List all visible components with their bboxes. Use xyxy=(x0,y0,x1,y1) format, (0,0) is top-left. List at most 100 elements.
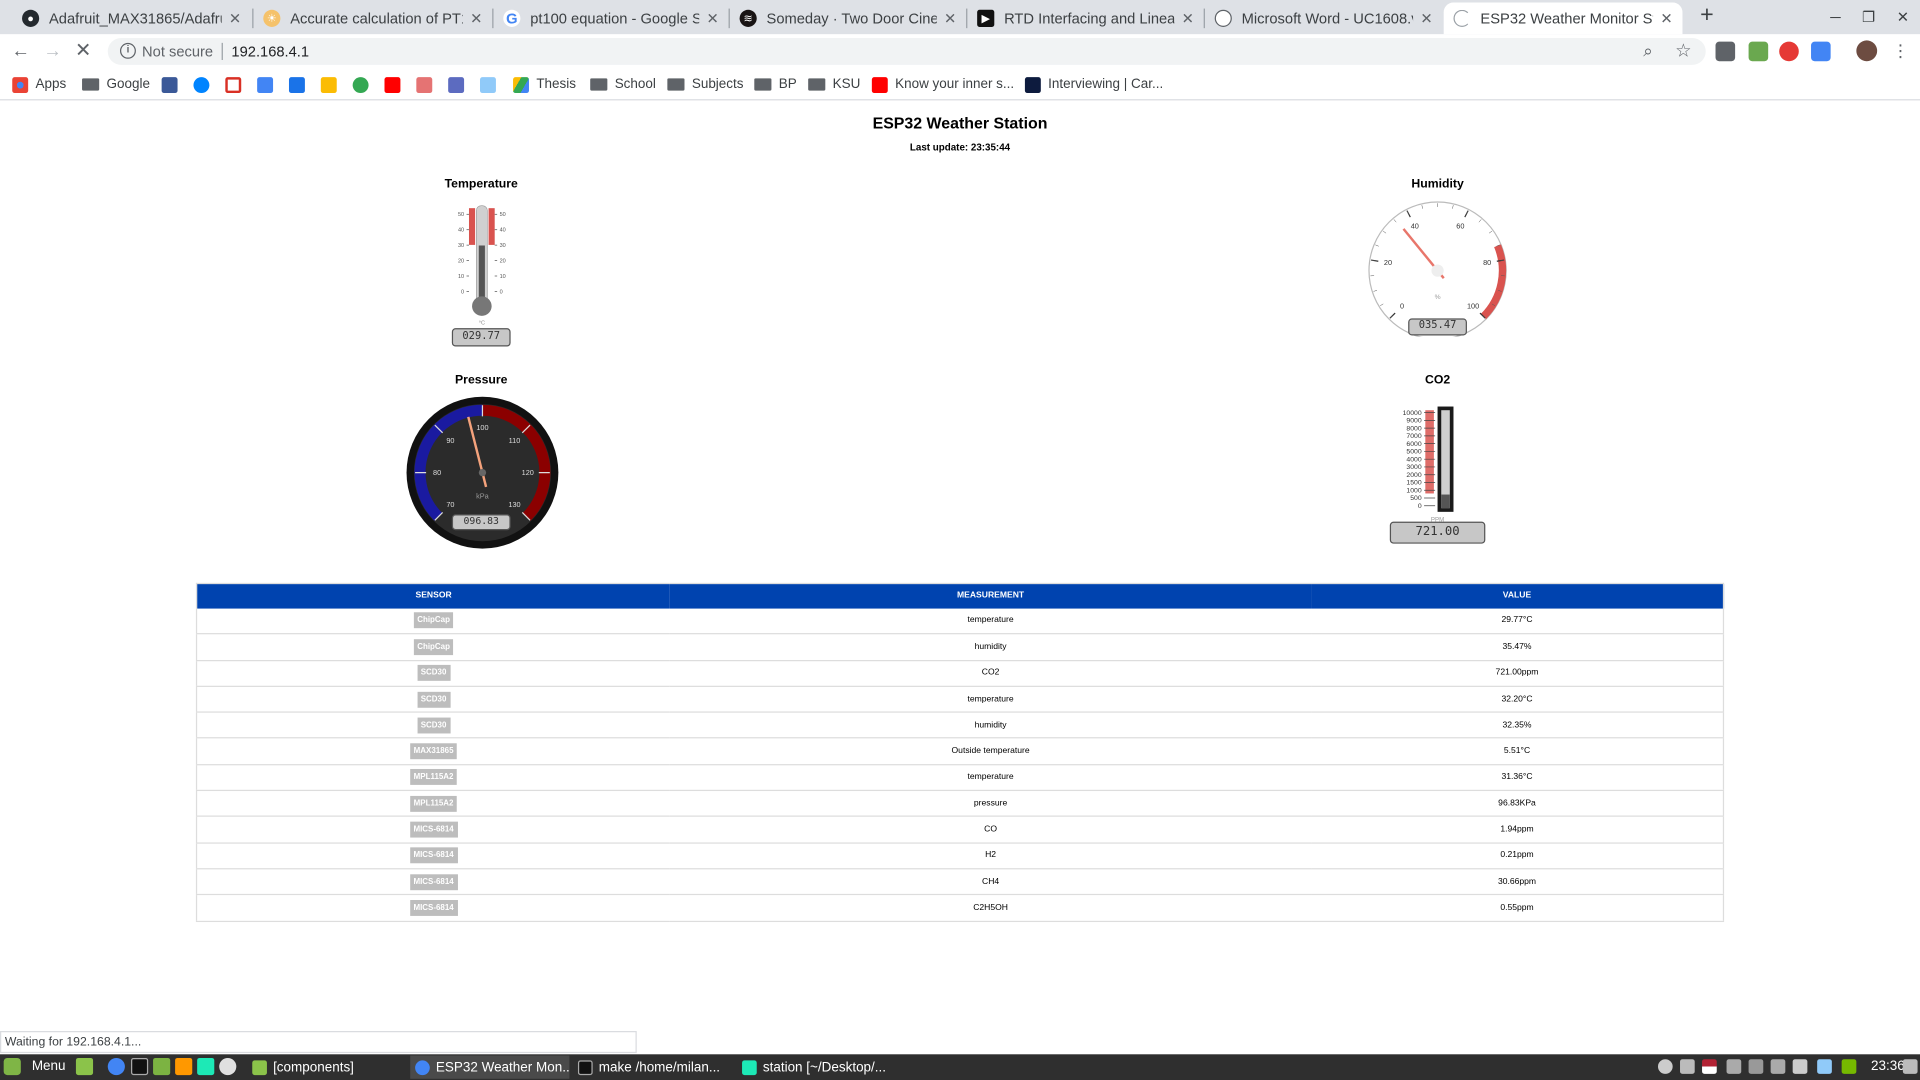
thermometer-tick-label: 30 xyxy=(500,243,506,249)
tab-github[interactable]: ● Adafruit_MAX31865/Adafruit_M ✕ xyxy=(12,2,251,34)
volume-icon[interactable] xyxy=(1748,1059,1764,1074)
sensor-tag: SCD30 xyxy=(417,717,451,734)
taskbar-window-chrome[interactable]: ESP32 Weather Mon... xyxy=(410,1055,570,1079)
sensor-cell: SCD30 xyxy=(196,686,671,713)
clipboard-icon[interactable] xyxy=(1680,1059,1695,1074)
translate-extension-icon[interactable] xyxy=(1811,41,1831,62)
extension-icon[interactable] xyxy=(1715,41,1736,62)
bookmark-translate[interactable] xyxy=(257,75,280,95)
sensor-tag: SCD30 xyxy=(417,665,451,682)
bookmark-app[interactable] xyxy=(448,75,471,95)
pycharm-icon[interactable] xyxy=(197,1057,215,1076)
bookmark-gmail[interactable] xyxy=(225,75,248,95)
terminal-icon[interactable] xyxy=(131,1057,149,1076)
bookmark-app[interactable] xyxy=(480,75,503,95)
zoom-icon[interactable]: ⌕ xyxy=(1643,40,1653,61)
bookmark-school[interactable]: School xyxy=(590,75,656,95)
close-tab-icon[interactable]: ✕ xyxy=(706,10,718,27)
taskbar-window-components[interactable]: [components] xyxy=(247,1056,406,1079)
bookmark-interviewing[interactable]: Interviewing | Car... xyxy=(1024,75,1163,95)
bookmark-calendar[interactable] xyxy=(288,75,312,95)
thermometer-tick-label: 40 xyxy=(500,228,506,234)
pressure-tick-label: 120 xyxy=(522,468,534,477)
bookmark-know-your-inner[interactable]: Know your inner s... xyxy=(871,75,1015,95)
sensor-tag: ChipCap xyxy=(413,639,454,656)
tab-esp32-weather[interactable]: ESP32 Weather Monitor Station ✕ xyxy=(1443,2,1683,35)
close-tab-icon[interactable]: ✕ xyxy=(1182,10,1194,27)
start-menu-button[interactable]: Menu xyxy=(3,1057,66,1076)
bookmark-label: Google xyxy=(106,77,150,92)
forward-button[interactable]: → xyxy=(40,39,64,63)
new-tab-button[interactable]: + xyxy=(1693,3,1720,31)
bookmark-ksu[interactable]: KSU xyxy=(808,75,860,95)
value-cell: 96.83KPa xyxy=(1311,790,1724,818)
info-icon[interactable]: i xyxy=(120,42,136,59)
minimize-button[interactable]: ─ xyxy=(1822,5,1849,29)
bookmark-star-icon[interactable]: ☆ xyxy=(1675,39,1691,61)
close-tab-icon[interactable]: ✕ xyxy=(944,10,956,27)
bookmark-bp[interactable]: BP xyxy=(754,75,797,95)
bookmark-youtube[interactable] xyxy=(384,75,407,95)
slack-icon[interactable] xyxy=(219,1057,237,1076)
tab-label: pt100 equation - Google Search xyxy=(530,9,699,27)
tab-rtd-interfacing[interactable]: ▶ RTD Interfacing and Linearizati ✕ xyxy=(967,2,1203,34)
thermometer-tick-label: 20 xyxy=(458,259,464,265)
sensor-cell: MPL115A2 xyxy=(196,764,671,792)
bookmark-keep[interactable] xyxy=(320,75,344,95)
tab-spotify[interactable]: ≋ Someday · Two Door Cinema C ✕ xyxy=(730,2,966,34)
address-bar[interactable]: i Not secure 192.168.4.1 ⌕ ☆ xyxy=(107,37,1706,65)
humidity-tick-label: 100 xyxy=(1467,302,1479,311)
bookmark-label: KSU xyxy=(832,77,861,92)
sensor-table: SENSOR MEASUREMENT VALUE ChipCap temperat… xyxy=(195,582,1725,922)
bookmark-subjects[interactable]: Subjects xyxy=(667,75,744,95)
url-text[interactable]: 192.168.4.1 xyxy=(231,43,309,60)
bookmark-facebook[interactable] xyxy=(161,75,185,95)
menu-dots-icon[interactable]: ⋮ xyxy=(1892,40,1909,61)
measurement-cell: H2 xyxy=(670,842,1312,870)
chrome-icon[interactable] xyxy=(107,1057,125,1076)
back-button[interactable]: ← xyxy=(9,39,33,63)
nvidia-icon[interactable] xyxy=(1841,1059,1857,1074)
keyboard-layout-icon[interactable] xyxy=(1702,1059,1717,1074)
bookmark-label: Know your inner s... xyxy=(895,77,1015,92)
table-row: MICS-6814 H2 0.21ppm xyxy=(196,842,1724,870)
bookmark-thesis[interactable]: Thesis xyxy=(513,75,576,95)
user-icon[interactable] xyxy=(1657,1059,1673,1074)
close-tab-icon[interactable]: ✕ xyxy=(229,10,241,27)
close-window-button[interactable]: ✕ xyxy=(1889,5,1916,29)
bluetooth-icon[interactable] xyxy=(1817,1059,1832,1074)
stop-button[interactable]: ✕ xyxy=(71,39,95,63)
tab-word-doc[interactable]: Microsoft Word - UC1608.v052 ✕ xyxy=(1205,2,1443,34)
notifications-icon[interactable] xyxy=(1902,1059,1918,1074)
taskbar-window-ide[interactable]: station [~/Desktop/... xyxy=(737,1056,896,1079)
bookmark-app[interactable] xyxy=(352,75,376,95)
co2-tick-label: 9000 xyxy=(1406,418,1421,425)
network-icon[interactable] xyxy=(1726,1059,1742,1074)
avatar[interactable] xyxy=(1856,40,1878,62)
co2-tick-label: 3000 xyxy=(1406,464,1421,471)
tab-pt100-calc[interactable]: ☀ Accurate calculation of PT100/ ✕ xyxy=(253,2,492,34)
display-icon[interactable] xyxy=(1770,1059,1786,1074)
shield-icon[interactable] xyxy=(1792,1059,1808,1074)
close-tab-icon[interactable]: ✕ xyxy=(1660,10,1672,27)
thermometer-tick-label: 50 xyxy=(500,212,506,218)
close-tab-icon[interactable]: ✕ xyxy=(1420,10,1432,27)
bookmark-app[interactable] xyxy=(416,75,439,95)
close-tab-icon[interactable]: ✕ xyxy=(470,10,482,27)
bookmark-messenger[interactable] xyxy=(193,75,216,95)
sublime-icon[interactable] xyxy=(175,1057,193,1076)
extension-icon[interactable] xyxy=(1748,41,1769,62)
maximize-button[interactable]: ❐ xyxy=(1855,5,1882,29)
extension-icon[interactable] xyxy=(1779,41,1799,62)
apps-icon xyxy=(12,76,29,93)
bookmark-label: School xyxy=(614,77,656,92)
thermometer-tick-label: 40 xyxy=(458,228,464,234)
tab-google-search[interactable]: G pt100 equation - Google Search ✕ xyxy=(493,2,728,34)
bookmark-apps[interactable]: Apps xyxy=(12,75,66,95)
bookmark-google[interactable]: Google xyxy=(82,75,150,95)
taskbar-window-terminal[interactable]: make /home/milan... xyxy=(573,1056,732,1079)
show-desktop-icon[interactable] xyxy=(75,1057,94,1076)
files-icon[interactable] xyxy=(153,1057,171,1076)
sensor-tag: MICS-6814 xyxy=(409,899,458,916)
humidity-unit: % xyxy=(1435,294,1441,301)
